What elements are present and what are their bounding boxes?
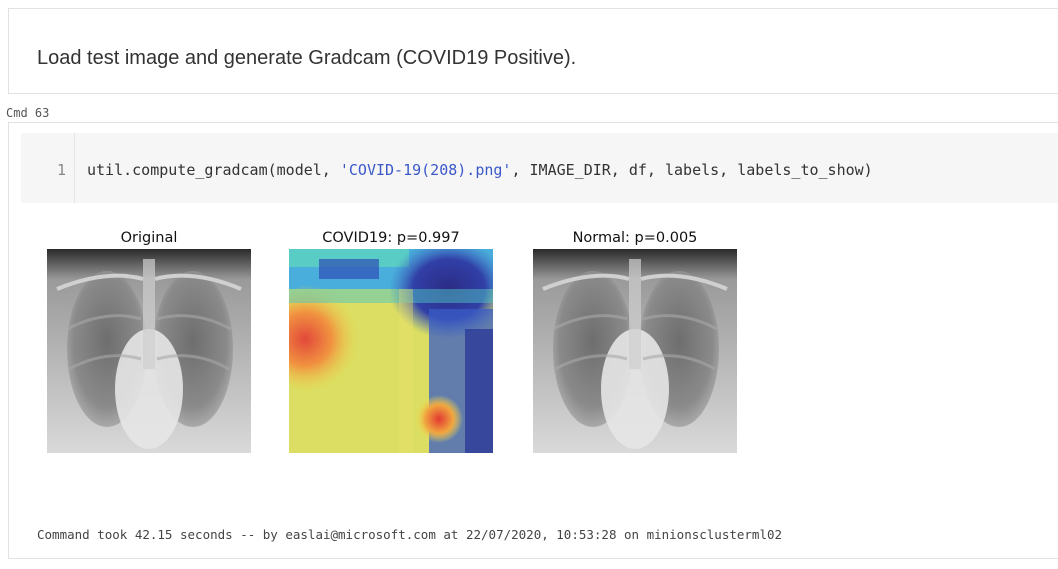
command-status: Command took 42.15 seconds -- by easlai@…: [37, 527, 783, 542]
gradcam-heatmap-image: [289, 249, 493, 453]
figure-title-original: Original: [120, 230, 178, 246]
xray-image-normal: [533, 249, 737, 453]
line-number: 1: [56, 161, 66, 179]
xray-image-original: [47, 249, 251, 453]
code-cell[interactable]: 1 util.compute_gradcam(model, 'COVID-19(…: [8, 122, 1058, 559]
figure-title-gradcam: COVID19: p=0.997: [322, 230, 460, 246]
figure-title-normal: Normal: p=0.005: [572, 230, 698, 246]
line-gutter: 1: [21, 133, 75, 203]
markdown-cell[interactable]: Load test image and generate Gradcam (CO…: [8, 8, 1058, 94]
cell-label: Cmd 63: [6, 106, 50, 120]
code-prefix: util.compute_gradcam(model,: [87, 161, 340, 179]
code-string-arg: 'COVID-19(208).png': [339, 161, 512, 179]
markdown-text: Load test image and generate Gradcam (CO…: [37, 47, 577, 69]
code-editor[interactable]: 1 util.compute_gradcam(model, 'COVID-19(…: [21, 133, 1058, 203]
code-suffix: , IMAGE_DIR, df, labels, labels_to_show): [511, 161, 873, 179]
code-line[interactable]: util.compute_gradcam(model, 'COVID-19(20…: [87, 161, 873, 179]
